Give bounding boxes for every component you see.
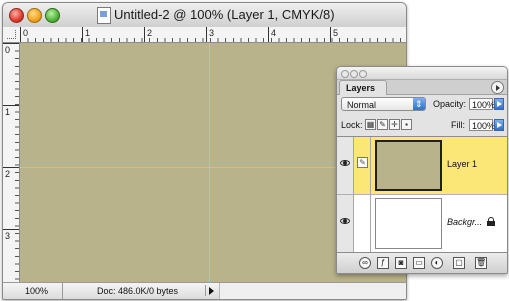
ruler-number: 5 <box>333 28 339 38</box>
horizontal-ruler[interactable]: 0 1 2 3 4 5 <box>20 27 406 43</box>
link-icon[interactable]: ∞ <box>359 257 371 269</box>
layer-row-layer-1[interactable]: ✎ Layer 1 <box>337 137 507 195</box>
ruler-major-tick <box>144 27 145 42</box>
layer-thumbnail[interactable] <box>375 198 442 249</box>
document-titlebar[interactable]: Untitled-2 @ 100% (Layer 1, CMYK/8) <box>3 3 406 28</box>
opacity-input[interactable]: 100% <box>469 98 495 110</box>
ruler-number: 2 <box>5 169 11 179</box>
mask-icon[interactable]: ◙ <box>395 257 407 269</box>
layers-palette[interactable]: Layers Normal Opacity: 100% Lock: ▦ ✎ ✛ … <box>336 66 508 274</box>
palette-minimize-button[interactable] <box>350 70 358 78</box>
lock-all-icon[interactable]: ▪ <box>401 119 412 130</box>
ruler-major-tick <box>330 27 331 42</box>
status-bar: 100% Doc: 486.0K/0 bytes <box>3 282 406 299</box>
palette-footer: ∞ ƒ ◙ ▭ ◐ ▢ 🗑 <box>337 252 507 273</box>
ruler-major-tick <box>3 43 19 44</box>
ruler-major-tick <box>268 27 269 42</box>
vertical-ruler[interactable]: 0 1 2 3 <box>3 43 20 283</box>
layer-link-cell[interactable] <box>354 195 371 252</box>
close-window-button[interactable] <box>9 8 24 23</box>
layer-style-icon[interactable]: ƒ <box>377 257 389 269</box>
ruler-major-tick <box>20 27 21 42</box>
paintbrush-icon: ✎ <box>357 157 368 168</box>
ruler-number: 1 <box>85 28 91 38</box>
vertical-guide[interactable] <box>209 43 210 283</box>
palette-close-button[interactable] <box>341 70 349 78</box>
visibility-toggle[interactable] <box>337 195 354 252</box>
minimize-window-button[interactable] <box>27 8 42 23</box>
ruler-major-tick <box>82 27 83 42</box>
opacity-slider-arrow-icon[interactable] <box>494 98 504 110</box>
ruler-number: 2 <box>147 28 153 38</box>
ruler-number: 0 <box>5 45 11 55</box>
fill-input[interactable]: 100% <box>469 119 495 131</box>
lock-icon <box>487 217 495 226</box>
ruler-number: 1 <box>5 107 11 117</box>
select-arrows-icon <box>413 97 425 111</box>
tab-layers[interactable]: Layers <box>339 80 387 95</box>
ruler-major-tick <box>3 167 19 168</box>
ruler-number: 4 <box>271 28 277 38</box>
status-menu-arrow-icon[interactable] <box>205 285 216 296</box>
layer-name[interactable]: Backgr... <box>447 217 482 227</box>
ruler-major-tick <box>3 229 19 230</box>
eye-icon <box>340 160 350 166</box>
horizontal-scrollbar[interactable] <box>219 283 406 299</box>
trash-icon[interactable]: 🗑 <box>475 257 487 269</box>
eye-icon <box>340 218 350 224</box>
palette-zoom-button[interactable] <box>359 70 367 78</box>
layer-name[interactable]: Layer 1 <box>447 159 477 169</box>
lock-image-pixels-icon[interactable]: ✎ <box>377 119 388 130</box>
fill-label: Fill: <box>451 120 465 130</box>
ruler-origin[interactable] <box>3 27 21 43</box>
blend-mode-select[interactable]: Normal <box>341 97 426 111</box>
new-group-icon[interactable]: ▭ <box>413 257 425 269</box>
zoom-level-field[interactable]: 100% <box>7 283 63 299</box>
ruler-major-tick <box>206 27 207 42</box>
visibility-toggle[interactable] <box>337 137 354 194</box>
adjustment-layer-icon[interactable]: ◐ <box>431 257 443 269</box>
zoom-window-button[interactable] <box>45 8 60 23</box>
lock-position-icon[interactable]: ✛ <box>389 119 400 130</box>
palette-tab-row: Layers <box>337 80 507 95</box>
opacity-label: Opacity: <box>433 99 467 109</box>
ruler-number: 0 <box>23 28 29 38</box>
new-layer-icon[interactable]: ▢ <box>453 257 465 269</box>
layer-thumbnail[interactable] <box>375 140 442 191</box>
document-proxy-icon[interactable] <box>97 7 111 24</box>
ruler-major-tick <box>3 105 19 106</box>
layer-link-cell[interactable]: ✎ <box>354 137 371 194</box>
palette-titlebar[interactable] <box>337 67 507 80</box>
layer-list[interactable]: ✎ Layer 1 Backgr... <box>337 136 507 253</box>
lock-transparent-pixels-icon[interactable]: ▦ <box>365 119 376 130</box>
lock-label: Lock: <box>341 120 363 130</box>
palette-menu-icon[interactable] <box>491 81 504 94</box>
document-title: Untitled-2 @ 100% (Layer 1, CMYK/8) <box>114 7 335 22</box>
fill-slider-arrow-icon[interactable] <box>494 119 504 131</box>
ruler-number: 3 <box>209 28 215 38</box>
document-size-info: Doc: 486.0K/0 bytes <box>97 286 179 296</box>
layer-row-background[interactable]: Backgr... <box>337 195 507 253</box>
ruler-number: 3 <box>5 231 11 241</box>
blend-mode-value: Normal <box>347 100 377 110</box>
